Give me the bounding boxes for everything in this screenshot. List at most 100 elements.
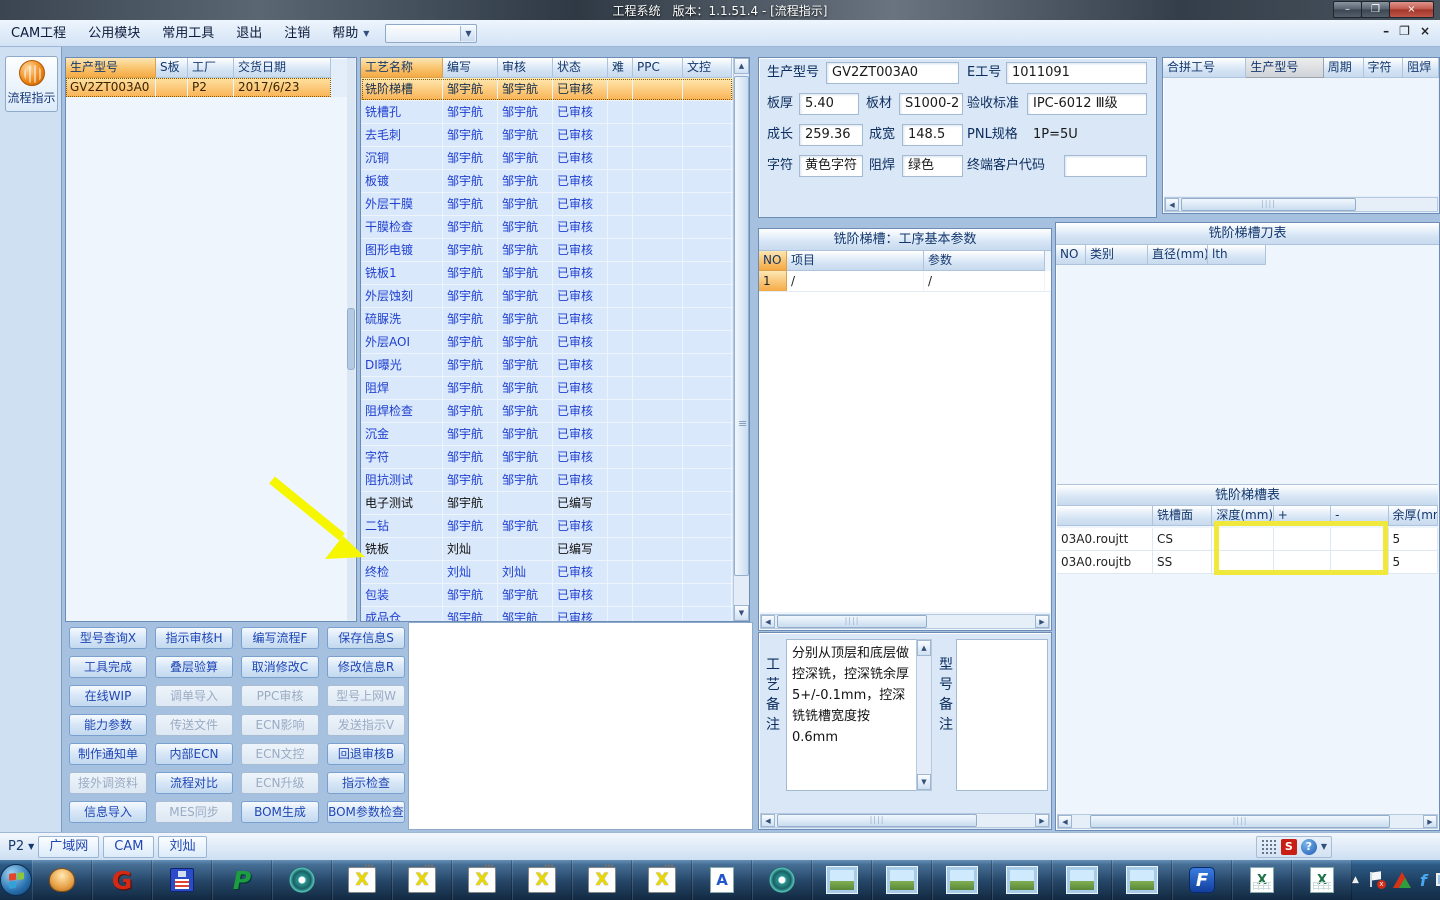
params-row[interactable]: 1 / / — [759, 271, 1051, 292]
help-icon[interactable]: ? — [1300, 838, 1317, 855]
picture-window-icon[interactable] — [872, 860, 932, 900]
scroll-right-icon[interactable]: ▶ — [1423, 815, 1437, 828]
picture-window-icon[interactable] — [1052, 860, 1112, 900]
process-col-writer[interactable]: 编写 — [443, 58, 498, 78]
process-col-name[interactable]: 工艺名称 — [361, 58, 443, 78]
menu-tools[interactable]: 常用工具 — [151, 23, 225, 44]
network-icon[interactable] — [1435, 873, 1440, 887]
process-note-text[interactable]: 分别从顶层和底层做控深铣，控深铣余厚5+/-0.1mm，控深铣铣槽宽度按0.6m… — [786, 639, 932, 791]
floppy-app-icon[interactable] — [152, 860, 212, 900]
width-field[interactable]: 148.5 — [902, 124, 963, 146]
merge-col-model[interactable]: 生产型号 — [1246, 58, 1324, 78]
disc-app-icon-2[interactable] — [752, 860, 812, 900]
picture-window-icon[interactable] — [1112, 860, 1172, 900]
params-hscroll-thumb[interactable] — [777, 615, 927, 628]
note-scrollbar[interactable]: ▲ ▼ — [916, 639, 932, 791]
process-row[interactable]: 沉金 邹宇航 邹宇航 已审核 — [361, 423, 733, 446]
legend-field[interactable]: 黄色字符 — [799, 155, 863, 177]
p-app-icon[interactable]: P — [212, 860, 272, 900]
tool-col-type[interactable]: 类别 — [1086, 245, 1148, 265]
mdi-close-button[interactable]: × — [1420, 24, 1430, 38]
process-row[interactable]: 板镀 邹宇航 邹宇航 已审核 — [361, 170, 733, 193]
notes-hscroll-thumb[interactable] — [777, 814, 977, 827]
step-col-face[interactable]: 铣槽面 — [1152, 506, 1213, 526]
action-button[interactable]: 制作通知单 — [69, 743, 147, 765]
f-app-icon[interactable]: F — [1172, 860, 1232, 900]
scroll-left-icon[interactable]: ◀ — [1165, 198, 1179, 211]
cam-window-icon[interactable]: X — [632, 860, 692, 900]
client-field[interactable] — [1064, 155, 1147, 177]
action-button[interactable]: 取消修改C — [241, 656, 319, 678]
statusbar-caret-icon[interactable]: ▼ — [1321, 842, 1327, 851]
scroll-right-icon[interactable]: ▶ — [1035, 615, 1049, 628]
action-button[interactable]: 流程对比 — [155, 772, 233, 794]
params-col-value[interactable]: 参数 — [924, 251, 1045, 271]
process-row[interactable]: 成品仓 邹宇航 邹宇航 已审核 — [361, 607, 733, 621]
action-button[interactable]: 修改信息R — [327, 656, 405, 678]
picture-window-icon[interactable] — [932, 860, 992, 900]
action-button[interactable]: 工具完成 — [69, 656, 147, 678]
mdi-minimize-button[interactable]: – — [1383, 24, 1389, 38]
action-button[interactable]: 内部ECN — [155, 743, 233, 765]
process-row[interactable]: 铣板1 邹宇航 邹宇航 已审核 — [361, 262, 733, 285]
process-row[interactable]: 硫脲洗 邹宇航 邹宇航 已审核 — [361, 308, 733, 331]
tool-col-no[interactable]: NO — [1056, 245, 1086, 265]
product-field[interactable]: GV2ZT003A0 — [826, 62, 959, 84]
cam-window-icon[interactable]: X — [392, 860, 452, 900]
length-field[interactable]: 259.36 — [799, 124, 863, 146]
disc-app-icon[interactable] — [272, 860, 332, 900]
flow-instruction-button[interactable]: 流程指示 — [5, 56, 58, 112]
order-col-sboard[interactable]: S板 — [156, 58, 188, 78]
menu-help[interactable]: 帮助 — [321, 23, 369, 44]
grid-icon[interactable] — [1260, 838, 1277, 855]
action-button[interactable]: 回退审核B — [327, 743, 405, 765]
picture-window-icon[interactable] — [812, 860, 872, 900]
merge-table-hscrollbar[interactable]: ◀ — [1164, 197, 1438, 212]
start-button[interactable] — [0, 860, 32, 900]
order-row-selected[interactable]: GV2ZT003A0 P2 2017/6/23 — [66, 78, 331, 97]
picture-window-icon[interactable] — [992, 860, 1052, 900]
action-button[interactable]: 指示检查 — [327, 772, 405, 794]
merge-hscroll-thumb[interactable] — [1181, 198, 1356, 211]
ejob-field[interactable]: 1011091 — [1006, 62, 1147, 84]
params-col-item[interactable]: 项目 — [787, 251, 924, 271]
process-row[interactable]: 铣槽孔 邹宇航 邹宇航 已审核 — [361, 101, 733, 124]
merge-col-legend[interactable]: 字符 — [1363, 58, 1404, 78]
action-button[interactable]: BOM生成 — [241, 801, 319, 823]
action-button[interactable]: 信息导入 — [69, 801, 147, 823]
process-row[interactable]: 沉铜 邹宇航 邹宇航 已审核 — [361, 147, 733, 170]
process-row[interactable]: 阻抗测试 邹宇航 邹宇航 已审核 — [361, 469, 733, 492]
show-hidden-icons-button[interactable]: ▲ — [1352, 875, 1359, 885]
action-button[interactable]: 编写流程F — [241, 627, 319, 649]
step-col-file[interactable] — [1057, 506, 1153, 526]
process-row[interactable]: 包装 邹宇航 邹宇航 已审核 — [361, 584, 733, 607]
notes-hscrollbar[interactable]: ◀ ▶ — [760, 813, 1050, 828]
order-col-factory[interactable]: 工厂 — [188, 58, 234, 78]
process-row[interactable]: 图形电镀 邹宇航 邹宇航 已审核 — [361, 239, 733, 262]
process-row[interactable]: 阻焊 邹宇航 邹宇航 已审核 — [361, 377, 733, 400]
tools-hscroll-thumb[interactable] — [1090, 815, 1390, 828]
tool-col-diameter[interactable]: 直径(mm) — [1148, 245, 1208, 265]
menu-cam[interactable]: CAM工程 — [0, 23, 77, 44]
process-row[interactable]: 字符 邹宇航 邹宇航 已审核 — [361, 446, 733, 469]
tool-col-lth[interactable]: lth — [1208, 245, 1266, 265]
process-row[interactable]: 阻焊检查 邹宇航 邹宇航 已审核 — [361, 400, 733, 423]
process-col-status[interactable]: 状态 — [553, 58, 608, 78]
order-scrollbar-thumb[interactable] — [347, 308, 355, 370]
tab-user[interactable]: 刘灿 — [158, 835, 207, 858]
tab-cam[interactable]: CAM — [103, 835, 155, 858]
tools-hscrollbar[interactable]: ◀ ▶ — [1057, 814, 1438, 829]
menu-logout[interactable]: 注销 — [273, 23, 321, 44]
process-row[interactable]: 干膜检查 邹宇航 邹宇航 已审核 — [361, 216, 733, 239]
combobox-dropdown-icon[interactable]: ▼ — [460, 25, 476, 41]
process-row[interactable]: DI曝光 邹宇航 邹宇航 已审核 — [361, 354, 733, 377]
restore-button[interactable]: ❐ — [1361, 1, 1390, 18]
tab-wan[interactable]: 广域网 — [38, 835, 100, 858]
process-col-doc[interactable]: 文控 — [683, 58, 732, 78]
close-button[interactable]: × — [1389, 1, 1434, 18]
excel-app-icon[interactable]: X — [1232, 860, 1292, 900]
process-row[interactable]: 二钻 邹宇航 邹宇航 已审核 — [361, 515, 733, 538]
action-button[interactable]: 在线WIP — [69, 685, 147, 707]
scroll-down-icon[interactable]: ▼ — [734, 605, 749, 621]
order-col-model[interactable]: 生产型号 — [66, 58, 156, 78]
